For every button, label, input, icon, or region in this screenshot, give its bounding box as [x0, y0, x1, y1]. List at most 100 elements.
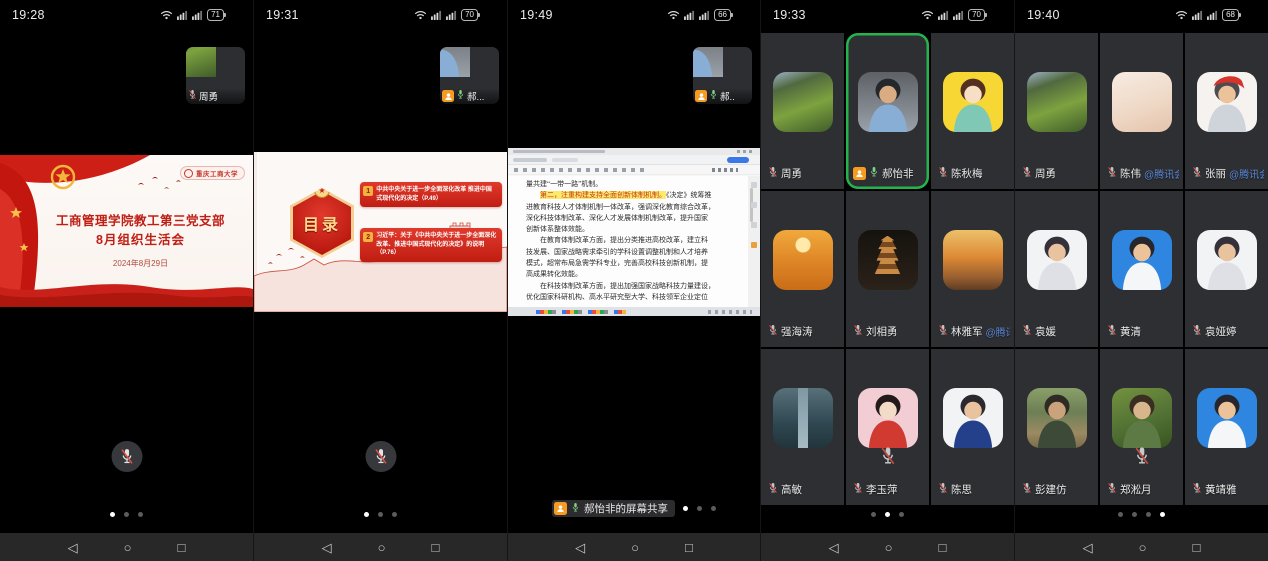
participant-tile[interactable]: 陈秋梅: [931, 33, 1014, 189]
participant-tile[interactable]: 刘相勇: [846, 191, 929, 347]
participant-tile[interactable]: 高敏: [761, 349, 844, 505]
mic-muted-icon: [1192, 324, 1202, 339]
signal-icon: [1192, 10, 1203, 20]
document-line: 进教育科技人才体制机制一体改革，强调深化教育综合改革，: [526, 202, 740, 213]
thumbnail-avatar: [440, 47, 470, 77]
page-dot: [1132, 512, 1137, 517]
participant-avatar: [1197, 230, 1257, 290]
participant-grid: 周勇郝怡非陈秋梅强海涛刘相勇林雅军@腾讯… 高敏李玉萍陈思: [761, 33, 1014, 505]
line-text: 技发展、国家战略需求牵引的学科设置调整机制和人才培养: [526, 248, 708, 256]
participant-tile[interactable]: 郑淞月: [1100, 349, 1183, 505]
participant-name: 黄靖雅: [1205, 482, 1237, 497]
mute-button[interactable]: [111, 441, 142, 472]
recents-button[interactable]: □: [939, 541, 947, 554]
page-dot: [683, 506, 688, 511]
participant-name: 陈伟: [1120, 166, 1141, 181]
participant-tile[interactable]: 黄靖雅: [1185, 349, 1268, 505]
slide-toc-page: 目录★1中共中央关于进一步全面深化改革 推进中国式现代化的决定（P.49）2习近…: [254, 152, 507, 312]
participant-tile[interactable]: 李玉萍: [846, 349, 929, 505]
page-dot: [1118, 512, 1123, 517]
back-button[interactable]: ◁: [575, 541, 585, 554]
line-text: 创新体系整体效能。: [526, 225, 589, 233]
wifi-icon: [414, 10, 427, 20]
mute-button[interactable]: [879, 446, 896, 471]
participant-label: 陈秋梅: [938, 166, 1010, 181]
home-button[interactable]: ○: [378, 541, 386, 554]
page-dots: [254, 512, 507, 517]
participant-tile[interactable]: 郝怡非: [846, 33, 929, 189]
mic-on-icon: [456, 89, 465, 103]
line-text: 优化国家科研机构、高水平研究型大学、科技领军企业定位: [526, 293, 708, 301]
screen-share-banner[interactable]: 郝怡非的屏幕共享: [552, 500, 675, 517]
recents-button[interactable]: □: [178, 541, 186, 554]
participant-avatar: [773, 72, 833, 132]
participant-tile[interactable]: 黄清: [1100, 191, 1183, 347]
mic-muted-icon: [188, 89, 197, 103]
participant-name: 郑淞月: [1120, 482, 1152, 497]
status-bar: 19:4068: [1015, 0, 1268, 30]
participant-tile[interactable]: 袁娅婷: [1185, 191, 1268, 347]
home-button[interactable]: ○: [124, 541, 132, 554]
video-thumbnail[interactable]: 周勇: [186, 47, 245, 104]
participant-label: 刘相勇: [853, 324, 925, 339]
toc-badge-label: 目录: [303, 211, 341, 235]
recents-button[interactable]: □: [1193, 541, 1201, 554]
participant-name: 彭建仿: [1035, 482, 1067, 497]
back-button[interactable]: ◁: [829, 541, 839, 554]
participant-label: 张丽@腾讯会议: [1192, 166, 1264, 181]
home-button[interactable]: ○: [885, 541, 893, 554]
participant-avatar: [1027, 72, 1087, 132]
document-line: 技发展、国家战略需求牵引的学科设置调整机制和人才培养: [526, 247, 740, 258]
toc-item-text: 习近平：关于《中共中央关于进一步全面深化改革、推进中国式现代化的决定》的说明（P…: [376, 232, 497, 258]
participant-tile[interactable]: 张丽@腾讯会议: [1185, 33, 1268, 189]
participant-tile[interactable]: 周勇: [761, 33, 844, 189]
status-time: 19:28: [0, 8, 45, 22]
home-button[interactable]: ○: [1139, 541, 1147, 554]
back-button[interactable]: ◁: [1083, 541, 1093, 554]
mute-button[interactable]: [365, 441, 396, 472]
home-button[interactable]: ○: [631, 541, 639, 554]
line-text: 进教育科技人才体制机制一体改革，强调深化教育综合改革，: [526, 203, 715, 211]
participant-label: 袁媛: [1022, 324, 1094, 339]
university-logo: 重庆工商大学: [180, 166, 245, 180]
participant-tile[interactable]: 陈思: [931, 349, 1014, 505]
mic-muted-icon: [853, 482, 863, 497]
document-toolbar: [508, 155, 760, 165]
document-line: 优化国家科研机构、高水平研究型大学、科技领军企业定位: [526, 292, 740, 303]
recents-button[interactable]: □: [685, 541, 693, 554]
thumbnail-label: 郝..: [693, 88, 752, 104]
thumbnail-avatar: [186, 47, 216, 77]
participant-avatar: [858, 230, 918, 290]
participant-name: 袁媛: [1035, 324, 1056, 339]
name-suffix: @腾讯会议: [1229, 166, 1264, 181]
participant-avatar: [943, 230, 1003, 290]
participant-tile[interactable]: 陈伟@腾讯会议: [1100, 33, 1183, 189]
status-time: 19:40: [1015, 8, 1060, 22]
recents-button[interactable]: □: [432, 541, 440, 554]
signal-icon: [431, 10, 442, 20]
back-button[interactable]: ◁: [322, 541, 332, 554]
mute-button[interactable]: [1133, 446, 1150, 471]
toc-item: 1中共中央关于进一步全面深化改革 推进中国式现代化的决定（P.49）: [360, 182, 502, 207]
video-thumbnail[interactable]: 郝..: [693, 47, 752, 104]
participant-avatar: [1197, 388, 1257, 448]
document-text: 量共建“一带一路”机制。 第二，注重构建支持全面创新体制机制。《决定》统筹推进教…: [508, 176, 748, 307]
line-indent: [526, 191, 540, 199]
phone-screen-5: 19:4068周勇陈伟@腾讯会议张丽@腾讯会议袁媛黄清袁娅婷彭建仿郑淞月黄靖雅◁…: [1014, 0, 1268, 561]
battery-indicator: 70: [461, 9, 478, 21]
page-dot: [364, 512, 369, 517]
participant-tile[interactable]: 袁媛: [1015, 191, 1098, 347]
participant-tile[interactable]: 周勇: [1015, 33, 1098, 189]
participant-avatar: [1027, 230, 1087, 290]
back-button[interactable]: ◁: [68, 541, 78, 554]
video-thumbnail[interactable]: 郝...: [440, 47, 499, 104]
participant-tile[interactable]: 林雅军@腾讯…: [931, 191, 1014, 347]
toc-item: 2习近平：关于《中共中央关于进一步全面深化改革、推进中国式现代化的决定》的说明（…: [360, 228, 502, 262]
participant-avatar: [1027, 388, 1087, 448]
participant-tile[interactable]: 强海涛: [761, 191, 844, 347]
participant-tile[interactable]: 彭建仿: [1015, 349, 1098, 505]
page-dots: [1015, 512, 1268, 517]
page-dot: [1146, 512, 1151, 517]
line-text: 深化科技体制改革、深化人才发展体制机制改革，提升国家: [526, 214, 708, 222]
signal-icon: [192, 10, 203, 20]
